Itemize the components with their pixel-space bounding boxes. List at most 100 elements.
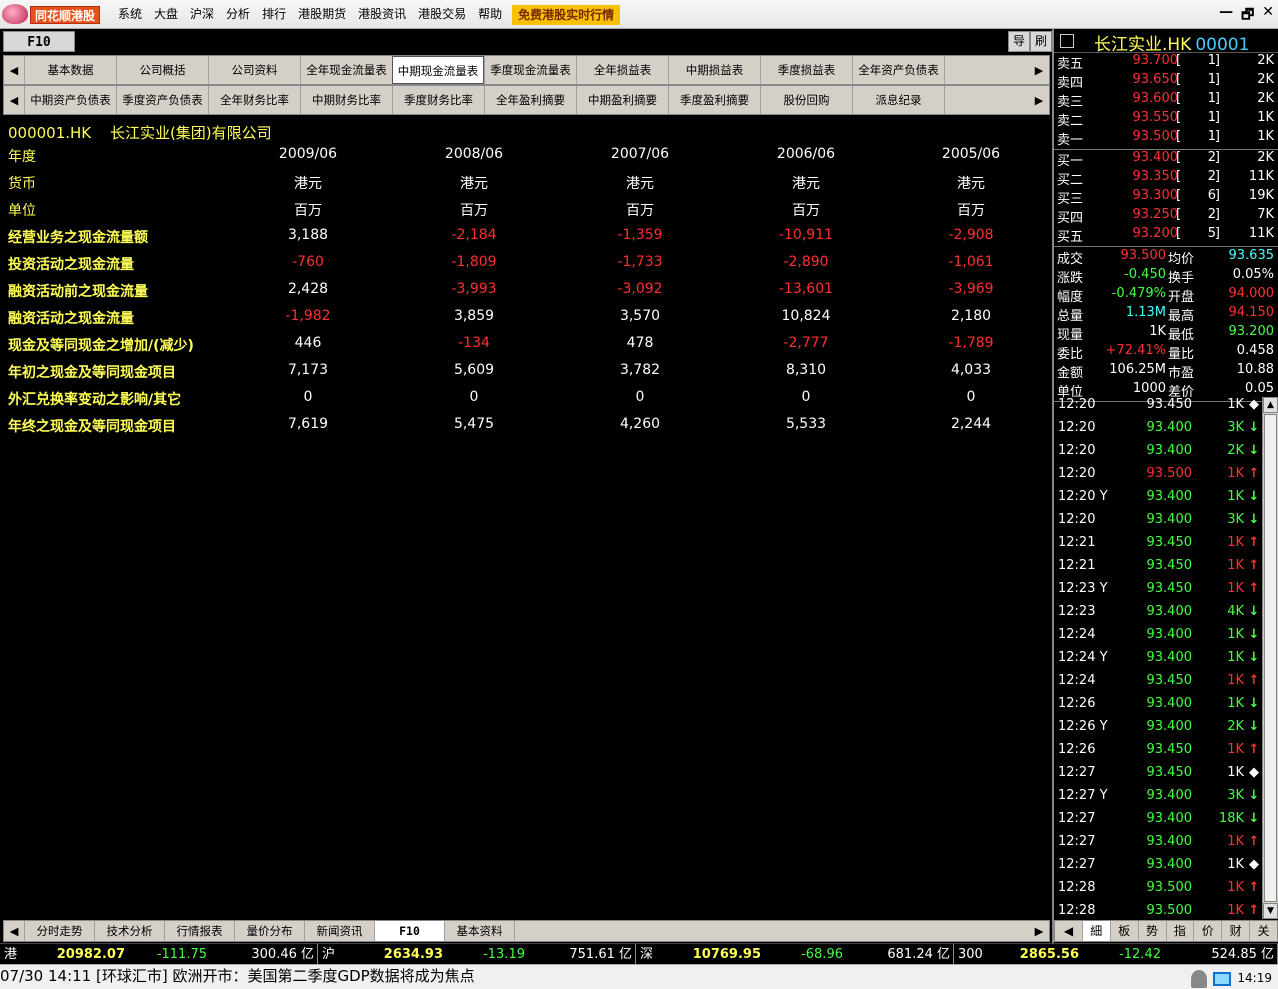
- tick-row[interactable]: 12:20 93.450 1K ◆: [1054, 397, 1262, 420]
- display-icon[interactable]: [1213, 971, 1232, 986]
- orderbook-row[interactable]: 卖三 93.6001 2K: [1054, 91, 1278, 110]
- tick-row[interactable]: 12:23 Y 93.450 1K ↑: [1054, 581, 1262, 604]
- scroll-thumb[interactable]: [1264, 414, 1277, 902]
- right-tab-2[interactable]: 势: [1137, 921, 1166, 941]
- orderbook-row[interactable]: 买二 93.3502 11K: [1054, 169, 1278, 188]
- tab-tabs_row2-6[interactable]: 中期盈利摘要: [576, 86, 668, 114]
- export-button[interactable]: 导: [1008, 31, 1030, 52]
- bottom-tab-0[interactable]: 分时走势: [24, 921, 94, 941]
- right-tab-4[interactable]: 价: [1193, 921, 1221, 941]
- refresh-button[interactable]: 刷: [1030, 31, 1052, 52]
- orderbook-row[interactable]: 卖二 93.5501 1K: [1054, 110, 1278, 129]
- orderbook-row[interactable]: 卖四 93.6501 2K: [1054, 72, 1278, 91]
- bottom-tab-5[interactable]: F10: [374, 921, 444, 941]
- tick-row[interactable]: 12:27 93.400 18K ↓: [1054, 811, 1262, 834]
- tab-tabs_row1-5[interactable]: 季度现金流量表: [484, 56, 576, 84]
- menu-item-4[interactable]: 排行: [256, 0, 292, 29]
- bottom-tabs-right-icon[interactable]: ▶: [1029, 921, 1049, 941]
- tab-tabs_row2-0[interactable]: 中期资产负债表: [24, 86, 116, 114]
- tabs-right-arrow-icon[interactable]: ▶: [1029, 86, 1049, 114]
- bottom-tab-2[interactable]: 行情报表: [164, 921, 234, 941]
- promo-button[interactable]: 免费港股实时行情: [512, 4, 621, 25]
- right-tab-5[interactable]: 财: [1221, 921, 1249, 941]
- news-ticker[interactable]: 07/30 14:11 [环球汇市] 欧洲开市：美国第二季度GDP数据将成为焦点: [0, 965, 475, 988]
- tab-tabs_row1-7[interactable]: 中期损益表: [668, 56, 760, 84]
- menu-item-7[interactable]: 港股交易: [412, 0, 472, 29]
- right-tabs-left-icon[interactable]: ◀: [1055, 921, 1082, 941]
- tab-tabs_row2-8[interactable]: 股份回购: [760, 86, 852, 114]
- right-tab-6[interactable]: 关: [1249, 921, 1277, 941]
- menu-item-0[interactable]: 系统: [112, 0, 148, 29]
- index-segment[interactable]: 深 10769.95 -68.96 681.24 亿: [636, 944, 954, 965]
- tick-row[interactable]: 12:20 93.400 3K ↓: [1054, 420, 1262, 443]
- orderbook-row[interactable]: 买五 93.2005 11K: [1054, 226, 1278, 245]
- tab-tabs_row1-2[interactable]: 公司资料: [208, 56, 300, 84]
- alert-bell-icon[interactable]: [1191, 969, 1208, 988]
- tick-row[interactable]: 12:27 93.450 1K ◆: [1054, 765, 1262, 788]
- menu-item-5[interactable]: 港股期货: [292, 0, 352, 29]
- tick-row[interactable]: 12:21 93.450 1K ↑: [1054, 535, 1262, 558]
- tab-tabs_row1-3[interactable]: 全年现金流量表: [300, 56, 392, 84]
- bottom-tab-1[interactable]: 技术分析: [94, 921, 164, 941]
- index-segment[interactable]: 300 2865.56 -12.42 524.85 亿: [954, 944, 1278, 965]
- tab-tabs_row2-1[interactable]: 季度资产负债表: [116, 86, 208, 114]
- tab-tabs_row2-7[interactable]: 季度盈利摘要: [668, 86, 760, 114]
- index-segment[interactable]: 沪 2634.93 -13.19 751.61 亿: [318, 944, 636, 965]
- right-tab-3[interactable]: 指: [1165, 921, 1194, 941]
- right-tab-0[interactable]: 細: [1081, 921, 1110, 941]
- tick-row[interactable]: 12:26 93.450 1K ↑: [1054, 742, 1262, 765]
- panel-toggle-icon[interactable]: [1060, 34, 1074, 48]
- bottom-tab-4[interactable]: 新闻资讯: [304, 921, 374, 941]
- bottom-tab-3[interactable]: 量价分布: [234, 921, 304, 941]
- scroll-up-icon[interactable]: ▲: [1263, 397, 1278, 413]
- tick-row[interactable]: 12:28 93.500 1K ↑: [1054, 903, 1262, 919]
- menu-item-8[interactable]: 帮助: [472, 0, 508, 29]
- tick-row[interactable]: 12:20 93.500 1K ↑: [1054, 466, 1262, 489]
- tab-tabs_row1-6[interactable]: 全年损益表: [576, 56, 668, 84]
- tick-row[interactable]: 12:27 93.400 1K ◆: [1054, 857, 1262, 880]
- scroll-down-icon[interactable]: ▼: [1263, 903, 1278, 919]
- menu-item-1[interactable]: 大盘: [148, 0, 184, 29]
- tick-row[interactable]: 12:20 Y 93.400 1K ↓: [1054, 489, 1262, 512]
- tick-row[interactable]: 12:21 93.450 1K ↑: [1054, 558, 1262, 581]
- bottom-tabs-left-icon[interactable]: ◀: [4, 921, 24, 941]
- orderbook-row[interactable]: 买四 93.2502 7K: [1054, 207, 1278, 226]
- menu-item-6[interactable]: 港股资讯: [352, 0, 412, 29]
- tick-row[interactable]: 12:20 93.400 2K ↓: [1054, 443, 1262, 466]
- tab-tabs_row1-9[interactable]: 全年资产负债表: [852, 56, 944, 84]
- tick-row[interactable]: 12:24 Y 93.400 1K ↓: [1054, 650, 1262, 673]
- tick-scrollbar[interactable]: ▲ ▼: [1262, 397, 1278, 919]
- tab-tabs_row2-4[interactable]: 季度财务比率: [392, 86, 484, 114]
- orderbook-row[interactable]: 买三 93.3006 19K: [1054, 188, 1278, 207]
- tab-tabs_row2-9[interactable]: 派息纪录: [852, 86, 944, 114]
- close-icon[interactable]: ✕: [1262, 4, 1274, 28]
- tick-row[interactable]: 12:26 Y 93.400 2K ↓: [1054, 719, 1262, 742]
- right-tab-1[interactable]: 板: [1109, 921, 1138, 941]
- tick-row[interactable]: 12:24 93.400 1K ↓: [1054, 627, 1262, 650]
- tick-row[interactable]: 12:28 93.500 1K ↑: [1054, 880, 1262, 903]
- restore-icon[interactable]: 🗗: [1241, 4, 1254, 28]
- tick-row[interactable]: 12:24 93.450 1K ↑: [1054, 673, 1262, 696]
- tick-row[interactable]: 12:26 93.400 1K ↓: [1054, 696, 1262, 719]
- tab-tabs_row1-8[interactable]: 季度损益表: [760, 56, 852, 84]
- menu-item-2[interactable]: 沪深: [184, 0, 220, 29]
- tabs-left-arrow-icon[interactable]: ◀: [4, 86, 24, 114]
- index-segment[interactable]: 港 20982.07 -111.75 300.46 亿: [0, 944, 318, 965]
- tick-row[interactable]: 12:27 Y 93.400 3K ↓: [1054, 788, 1262, 811]
- tab-tabs_row2-2[interactable]: 全年财务比率: [208, 86, 300, 114]
- tick-row[interactable]: 12:27 93.400 1K ↑: [1054, 834, 1262, 857]
- tabs-right-arrow-icon[interactable]: ▶: [1029, 56, 1049, 84]
- orderbook-row[interactable]: 买一 93.4002 2K: [1054, 150, 1278, 169]
- tab-tabs_row1-1[interactable]: 公司概括: [116, 56, 208, 84]
- tab-tabs_row1-0[interactable]: 基本数据: [24, 56, 116, 84]
- orderbook-row[interactable]: 卖五 93.7001 2K: [1054, 53, 1278, 72]
- orderbook-row[interactable]: 卖一 93.5001 1K: [1054, 129, 1278, 148]
- tab-tabs_row1-4[interactable]: 中期现金流量表: [392, 56, 484, 84]
- bottom-tab-6[interactable]: 基本资料: [444, 921, 514, 941]
- menu-item-3[interactable]: 分析: [220, 0, 256, 29]
- tab-tabs_row2-3[interactable]: 中期财务比率: [300, 86, 392, 114]
- tick-row[interactable]: 12:23 93.400 4K ↓: [1054, 604, 1262, 627]
- tabs-left-arrow-icon[interactable]: ◀: [4, 56, 24, 84]
- tab-tabs_row2-5[interactable]: 全年盈利摘要: [484, 86, 576, 114]
- tick-row[interactable]: 12:20 93.400 3K ↓: [1054, 512, 1262, 535]
